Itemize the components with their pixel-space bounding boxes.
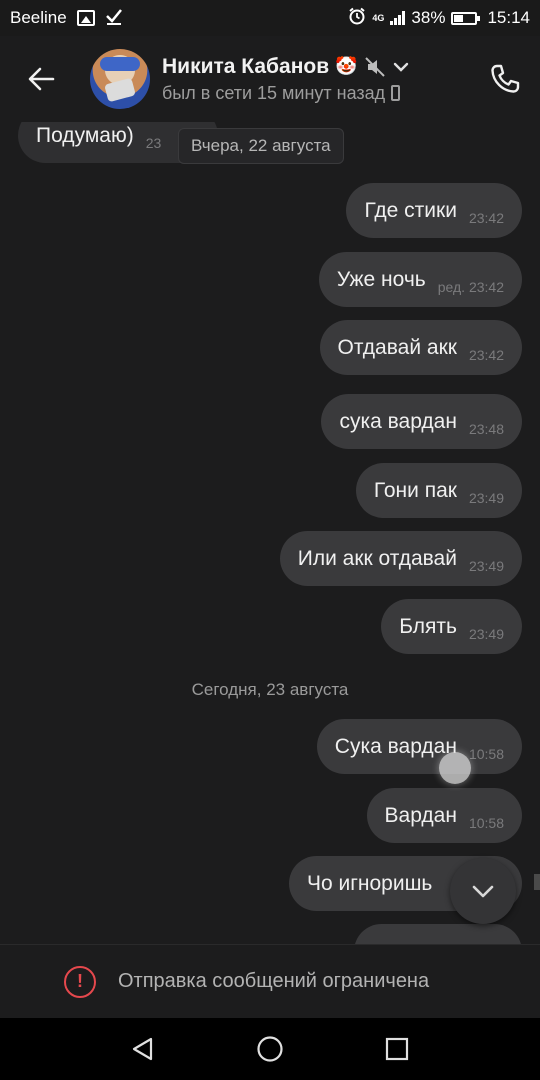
mobile-device-icon	[391, 85, 401, 101]
back-arrow-icon	[28, 67, 55, 91]
message-text: Где стики	[364, 198, 457, 222]
nav-home-icon	[257, 1036, 283, 1062]
message-time: 23:48	[468, 420, 504, 437]
contact-name: Никита Кабанов	[162, 54, 330, 78]
contact-info[interactable]: Никита Кабанов 🤡 был в сети 15 минут наз…	[162, 55, 470, 104]
message-time: 23:42	[468, 346, 504, 363]
screen: Beeline 4G 38% 15:14 Никита Кабанов 🤡 бы…	[0, 0, 540, 1080]
message-text: Или акк отдавай	[297, 546, 457, 570]
message-text: Гони пак	[373, 478, 457, 502]
touch-indicator	[439, 752, 471, 784]
date-separator: Сегодня, 23 августа	[191, 680, 349, 699]
message-time: 10:58	[468, 814, 504, 831]
status-bar: Beeline 4G 38% 15:14	[0, 0, 540, 36]
nav-back-icon	[133, 1037, 153, 1061]
check-icon	[105, 7, 123, 30]
nav-back-button[interactable]	[113, 1024, 173, 1074]
message-bubble-outgoing[interactable]: Гони пак 23:49	[355, 463, 522, 518]
message-text: Уже ночь	[336, 267, 426, 291]
chevron-down-icon	[472, 885, 494, 898]
phone-icon	[491, 64, 520, 93]
message-bubble-outgoing[interactable]: Сука вардан 10:58	[316, 719, 522, 774]
message-time: 10:58	[468, 745, 504, 762]
scroll-down-button[interactable]	[450, 858, 516, 924]
message-time: 23	[145, 134, 162, 151]
message-text: сука вардан	[339, 409, 457, 433]
message-time: 23:49	[468, 625, 504, 642]
system-nav-bar	[0, 1018, 540, 1080]
message-bubble-outgoing[interactable]: Вардан 10:58	[366, 788, 522, 843]
back-button[interactable]	[6, 44, 76, 114]
nav-recents-icon	[385, 1037, 408, 1061]
date-chip: Вчера, 22 августа	[178, 128, 344, 164]
image-icon	[76, 10, 95, 26]
warning-icon: !	[64, 965, 96, 998]
message-bubble-outgoing[interactable]: Отдавай акк 23:42	[319, 320, 522, 375]
message-time: 23:49	[468, 557, 504, 574]
message-list[interactable]: Подумаю) 23 Вчера, 22 августа Где стики …	[0, 122, 540, 944]
chat-header: Никита Кабанов 🤡 был в сети 15 минут наз…	[0, 36, 540, 122]
message-time: 23:49	[468, 489, 504, 506]
message-bubble-outgoing[interactable]: Где стики 23:42	[346, 183, 522, 238]
chevron-down-icon[interactable]	[392, 58, 410, 76]
battery-percent: 38%	[411, 8, 446, 27]
alarm-icon	[348, 7, 366, 30]
message-bubble-outgoing[interactable]: сука вардан 23:48	[321, 394, 522, 449]
message-text: Подумаю)	[36, 123, 134, 147]
nav-recents-button[interactable]	[367, 1024, 427, 1074]
mute-icon	[364, 56, 386, 78]
message-time: 23:42	[468, 209, 504, 226]
message-text: Вардан	[384, 803, 457, 827]
scrollbar[interactable]	[534, 874, 540, 890]
message-time: ред. 23:42	[437, 278, 504, 295]
nav-home-button[interactable]	[240, 1024, 300, 1074]
message-bubble-outgoing-partial[interactable]	[354, 924, 522, 944]
network-label: 4G	[372, 12, 385, 23]
clock: 15:14	[487, 8, 530, 27]
message-text: Сука вардан	[334, 734, 457, 758]
message-text: Отдавай акк	[337, 335, 457, 359]
last-seen-status: был в сети 15 минут назад	[162, 82, 386, 103]
restriction-text: Отправка сообщений ограничена	[118, 970, 430, 992]
restriction-notice: ! Отправка сообщений ограничена	[0, 944, 540, 1018]
message-bubble-outgoing[interactable]: Блять 23:49	[381, 599, 522, 654]
clown-emoji: 🤡	[335, 56, 358, 76]
message-text: Чо игноришь	[307, 871, 433, 895]
message-bubble-outgoing[interactable]: Уже ночь ред. 23:42	[318, 252, 522, 307]
call-button[interactable]	[470, 44, 540, 114]
avatar[interactable]	[90, 49, 150, 109]
message-bubble-outgoing[interactable]: Или акк отдавай 23:49	[279, 531, 522, 586]
signal-icon	[390, 11, 406, 25]
message-text: Блять	[399, 614, 457, 638]
carrier-label: Beeline	[10, 8, 67, 27]
battery-icon	[451, 11, 481, 25]
